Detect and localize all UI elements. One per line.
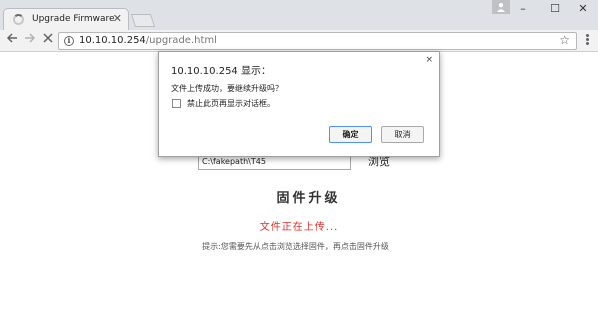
close-window-button[interactable]: ✕ <box>568 0 598 18</box>
back-button[interactable] <box>4 32 20 50</box>
maximize-button[interactable]: ☐ <box>540 0 570 18</box>
loading-spinner-icon <box>13 14 24 25</box>
suppress-dialog-label[interactable]: 禁止此页再显示对话框。 <box>187 98 275 109</box>
cancel-button[interactable]: 取消 <box>381 126 424 143</box>
browser-toolbar: i 10.10.10.254/upgrade.html ☆ <box>0 30 598 52</box>
new-tab-button[interactable] <box>130 14 156 27</box>
firmware-upgrade-button[interactable]: 固件升级 <box>0 187 598 206</box>
stop-loading-button[interactable] <box>40 32 56 50</box>
hint-text: 提示:您需要先从点击浏览选择固件，再点击固件升级 <box>202 242 389 251</box>
close-icon <box>43 33 53 43</box>
arrow-right-icon <box>25 33 36 43</box>
confirm-dialog: 10.10.10.254 显示： × 文件上传成功，要继续升级吗？ 禁止此页再显… <box>158 51 440 157</box>
tab-title: Upgrade Firmware <box>32 14 115 24</box>
url-text[interactable]: 10.10.10.254/upgrade.html <box>79 35 217 46</box>
dialog-title: 10.10.10.254 显示： <box>171 66 271 77</box>
star-icon[interactable]: ☆ <box>559 33 570 47</box>
dialog-message: 文件上传成功，要继续升级吗？ <box>171 84 283 93</box>
tab-upgrade-firmware[interactable]: Upgrade Firmware ✕ <box>3 8 129 30</box>
dialog-close-icon[interactable]: × <box>425 55 433 65</box>
suppress-dialog-checkbox[interactable] <box>172 99 181 108</box>
forward-button[interactable] <box>22 32 38 50</box>
kebab-menu-icon[interactable] <box>580 33 594 49</box>
minimize-button[interactable]: – <box>508 0 538 18</box>
address-bar[interactable]: i 10.10.10.254/upgrade.html ☆ <box>58 32 577 50</box>
upload-status-text: 文件正在上传... <box>259 222 339 233</box>
ok-button[interactable]: 确定 <box>329 126 372 143</box>
tab-close-icon[interactable]: ✕ <box>113 12 122 26</box>
arrow-left-icon <box>6 33 17 43</box>
browser-titlebar: Upgrade Firmware ✕ – ☐ ✕ <box>0 0 598 30</box>
info-icon[interactable]: i <box>64 36 74 46</box>
